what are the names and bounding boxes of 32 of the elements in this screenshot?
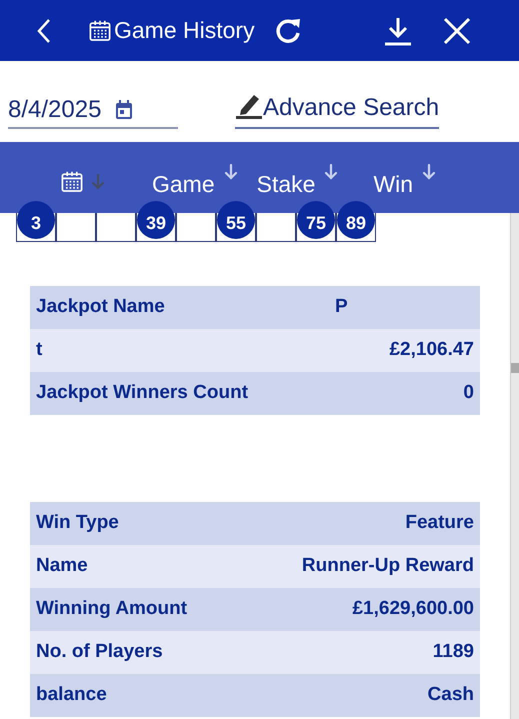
row-value: Runner-Up Reward xyxy=(302,554,474,578)
row-value: Cash xyxy=(428,683,474,708)
row-label: Jackpot Name xyxy=(36,295,166,320)
column-header[interactable]: Stake xyxy=(256,166,316,202)
row-label: Win Type xyxy=(36,511,120,536)
row-value: £2,106.47 xyxy=(389,338,474,362)
row-label: balance xyxy=(36,683,108,708)
row-label: t xyxy=(36,338,44,362)
row-label: Jackpot Winners Count xyxy=(36,381,250,406)
calendar-icon[interactable] xyxy=(115,100,134,120)
calendar-icon xyxy=(88,18,112,42)
column-header[interactable]: Game xyxy=(152,166,215,202)
column-header[interactable]: Win xyxy=(373,166,414,202)
row-label: Winning Amount xyxy=(36,597,188,622)
row-label: No. of Players xyxy=(36,640,164,664)
close-icon[interactable] xyxy=(442,16,471,44)
sort-arrow-icon[interactable] xyxy=(323,162,340,181)
row-value: Feature xyxy=(405,511,474,536)
advance-search-button[interactable]: Advance Search xyxy=(235,93,440,129)
back-icon[interactable] xyxy=(36,18,52,44)
row-value: £1,629,600.00 xyxy=(352,597,474,622)
scrollbar[interactable] xyxy=(510,213,519,719)
row-value: 1189 xyxy=(432,640,474,664)
row-value: 0 xyxy=(463,381,474,406)
download-icon[interactable] xyxy=(382,16,413,46)
sort-arrow-icon[interactable] xyxy=(421,162,438,181)
row-label: Name xyxy=(36,554,89,578)
date-field[interactable]: 8/4/2025 xyxy=(8,93,178,129)
sort-arrow-icon[interactable] xyxy=(222,162,239,181)
row-value: P xyxy=(335,295,348,320)
calendar-icon xyxy=(60,170,84,194)
window-title: Game History xyxy=(114,16,255,46)
